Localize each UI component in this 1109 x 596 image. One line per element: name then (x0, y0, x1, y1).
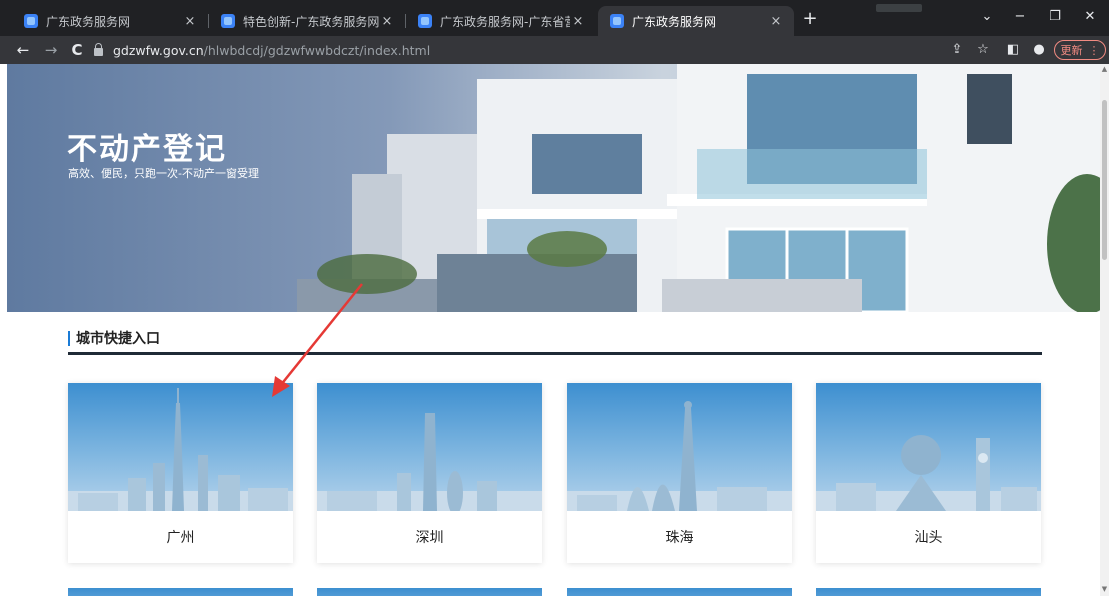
city-card-next-row[interactable] (816, 588, 1041, 596)
update-button[interactable]: 更新 ⋮ (1054, 40, 1106, 60)
page-content: 不动产登记 高效、便民，只跑一次-不动产一窗受理 城市快捷入口 广州 深圳 珠海… (0, 64, 1100, 596)
browser-tab[interactable]: 特色创新-广东政务服务网 × (209, 6, 405, 36)
scrollbar-thumb[interactable] (1102, 100, 1107, 260)
city-skyline-image (68, 383, 293, 511)
back-button[interactable]: ← (12, 39, 34, 61)
city-card-next-row[interactable] (317, 588, 542, 596)
minimize-button[interactable]: − (1005, 6, 1035, 28)
site-favicon-icon (221, 14, 235, 28)
city-card-next-row[interactable] (567, 588, 792, 596)
url-path: /hlwbdcdj/gdzwfwwbdczt/index.html (203, 42, 431, 58)
city-name: 广州 (166, 530, 195, 546)
browser-tab-active[interactable]: 广东政务服务网 × (598, 6, 794, 36)
browser-tab[interactable]: 广东政务服务网 × (12, 6, 208, 36)
city-card-zhuhai[interactable]: 珠海 (567, 383, 792, 563)
tab-title: 广东政务服务网 (632, 14, 717, 29)
address-bar[interactable]: gdzwfw.gov.cn /hlwbdcdj/gdzwfwwbdczt/ind… (92, 39, 942, 61)
city-name: 珠海 (665, 530, 694, 546)
tab-close-icon[interactable]: × (182, 14, 198, 29)
tab-close-icon[interactable]: × (379, 14, 395, 29)
section-accent-bar (68, 330, 70, 346)
city-skyline-image (816, 383, 1041, 511)
browser-toolbar: ← → C gdzwfw.gov.cn /hlwbdcdj/gdzwfwwbdc… (0, 36, 1109, 64)
restore-button[interactable]: ❐ (1040, 6, 1070, 28)
scroll-down-icon[interactable]: ▼ (1101, 586, 1108, 593)
banner-subtitle: 高效、便民，只跑一次-不动产一窗受理 (68, 167, 259, 180)
banner-title: 不动产登记 (67, 132, 227, 167)
site-favicon-icon (418, 14, 432, 28)
site-favicon-icon (610, 14, 624, 28)
tab-title: 广东政务服务网 (46, 14, 131, 29)
browser-tab-bar: 广东政务服务网 × 特色创新-广东政务服务网 × 广东政务服务网-广东省营商环境… (0, 0, 1109, 36)
more-menu-icon: ⋮ (1088, 43, 1100, 57)
tab-title: 特色创新-广东政务服务网 (243, 14, 379, 29)
city-skyline-image (317, 383, 542, 511)
side-panel-icon[interactable]: ◧ (1002, 39, 1024, 61)
new-tab-button[interactable]: + (800, 9, 820, 29)
section-title: 城市快捷入口 (76, 331, 160, 347)
page-scrollbar[interactable]: ▲ ▼ (1100, 64, 1109, 596)
share-icon[interactable]: ⇪ (946, 39, 968, 61)
city-card-guangzhou[interactable]: 广州 (68, 383, 293, 563)
city-card-shenzhen[interactable]: 深圳 (317, 383, 542, 563)
city-skyline-image (567, 383, 792, 511)
hero-banner: 不动产登记 高效、便民，只跑一次-不动产一窗受理 (7, 64, 1100, 312)
scroll-up-icon[interactable]: ▲ (1101, 66, 1108, 73)
tab-title: 广东政务服务网-广东省营商环境 (440, 14, 570, 29)
update-label: 更新 (1060, 44, 1083, 57)
reload-button[interactable]: C (66, 39, 88, 61)
tab-close-icon[interactable]: × (570, 14, 586, 29)
close-window-button[interactable]: ✕ (1075, 6, 1105, 28)
forward-button[interactable]: → (40, 39, 62, 61)
lock-icon (94, 43, 103, 56)
tab-close-icon[interactable]: × (768, 14, 784, 29)
section-header: 城市快捷入口 (68, 328, 160, 348)
url-host: gdzwfw.gov.cn (113, 42, 204, 58)
tab-search-button[interactable]: ⌄ (972, 6, 1002, 28)
city-name: 汕头 (914, 530, 943, 546)
city-name: 深圳 (415, 530, 444, 546)
bookmark-star-icon[interactable]: ☆ (972, 39, 994, 61)
building-illustration (7, 64, 1100, 312)
site-favicon-icon (24, 14, 38, 28)
profile-icon[interactable]: ● (1028, 39, 1050, 61)
city-card-shantou[interactable]: 汕头 (816, 383, 1041, 563)
browser-tab[interactable]: 广东政务服务网-广东省营商环境 × (406, 6, 596, 36)
city-card-next-row[interactable] (68, 588, 293, 596)
media-indicator (876, 4, 922, 12)
section-divider (68, 352, 1042, 355)
